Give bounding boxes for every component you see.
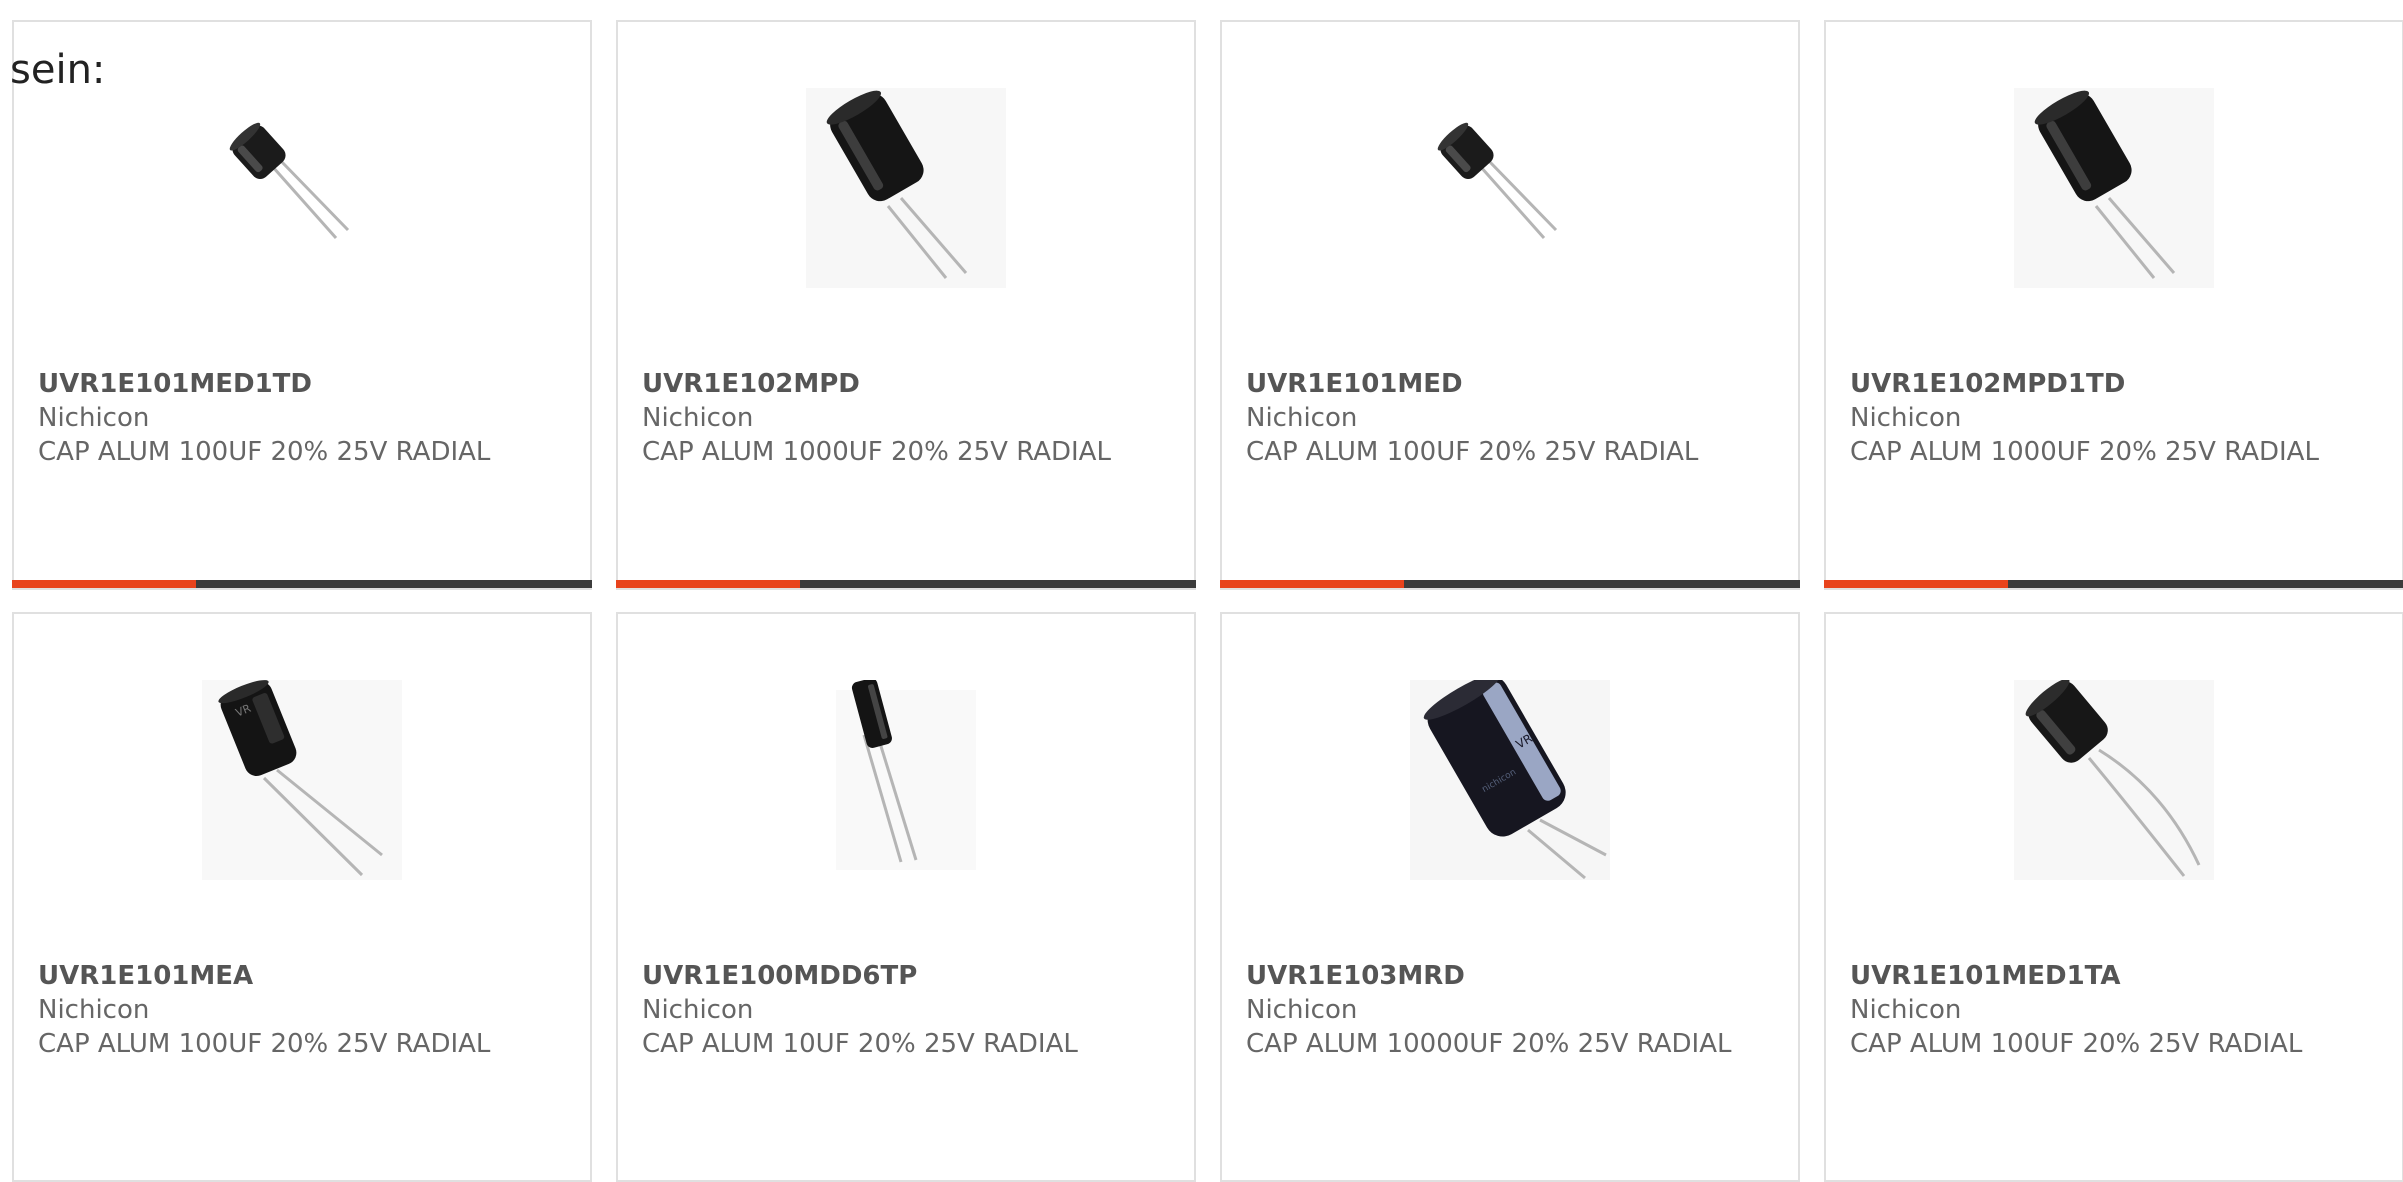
description: CAP ALUM 1000UF 20% 25V RADIAL — [1850, 437, 2319, 467]
radial-capacitor-medium-icon: VR — [202, 680, 402, 880]
manufacturer: Nichicon — [1246, 995, 1358, 1025]
part-number[interactable]: UVR1E102MPD1TD — [1850, 367, 2382, 401]
capacitor-image — [2014, 88, 2214, 288]
product-info: UVR1E101MED Nichicon CAP ALUM 100UF 20% … — [1246, 367, 1778, 469]
part-number[interactable]: UVR1E102MPD — [642, 367, 1174, 401]
manufacturer: Nichicon — [1246, 403, 1358, 433]
hover-bar — [1220, 580, 1800, 588]
part-number[interactable]: UVR1E103MRD — [1246, 959, 1778, 993]
radial-capacitor-xl-icon: VR nichicon — [1410, 680, 1610, 880]
description: CAP ALUM 100UF 20% 25V RADIAL — [38, 1029, 491, 1059]
product-card[interactable]: UVR1E101MED1TD Nichicon CAP ALUM 100UF 2… — [12, 20, 592, 590]
product-card[interactable]: VR nichicon UVR1E103MRD Nichicon CAP ALU… — [1220, 612, 1800, 1182]
description: CAP ALUM 100UF 20% 25V RADIAL — [1246, 437, 1699, 467]
manufacturer: Nichicon — [1850, 403, 1962, 433]
radial-capacitor-slim-icon — [836, 680, 976, 870]
hover-bar-accent — [12, 580, 196, 588]
description: CAP ALUM 10UF 20% 25V RADIAL — [642, 1029, 1078, 1059]
capacitor-image — [1410, 88, 1610, 288]
product-info: UVR1E101MED1TA Nichicon CAP ALUM 100UF 2… — [1850, 959, 2382, 1061]
radial-capacitor-small-icon — [1437, 122, 1558, 239]
product-card[interactable]: UVR1E102MPD Nichicon CAP ALUM 1000UF 20%… — [616, 20, 1196, 590]
hover-bar — [1824, 580, 2403, 588]
product-info: UVR1E101MEA Nichicon CAP ALUM 100UF 20% … — [38, 959, 570, 1061]
capacitor-image: VR — [202, 680, 402, 880]
manufacturer: Nichicon — [1850, 995, 1962, 1025]
product-grid: UVR1E101MED1TD Nichicon CAP ALUM 100UF 2… — [12, 20, 2403, 1182]
product-card[interactable]: UVR1E100MDD6TP Nichicon CAP ALUM 10UF 20… — [616, 612, 1196, 1182]
intro-text: sein: — [10, 47, 106, 93]
product-info: UVR1E102MPD Nichicon CAP ALUM 1000UF 20%… — [642, 367, 1174, 469]
radial-capacitor-bent-icon — [2014, 680, 2214, 880]
manufacturer: Nichicon — [642, 995, 754, 1025]
part-number[interactable]: UVR1E101MEA — [38, 959, 570, 993]
radial-capacitor-large-icon — [2014, 88, 2214, 288]
part-number[interactable]: UVR1E101MED1TA — [1850, 959, 2382, 993]
radial-capacitor-small-icon — [229, 122, 350, 239]
product-card[interactable]: UVR1E101MED1TA Nichicon CAP ALUM 100UF 2… — [1824, 612, 2403, 1182]
part-number[interactable]: UVR1E100MDD6TP — [642, 959, 1174, 993]
capacitor-image — [202, 88, 402, 288]
part-number[interactable]: UVR1E101MED — [1246, 367, 1778, 401]
hover-bar-accent — [616, 580, 800, 588]
manufacturer: Nichicon — [38, 403, 150, 433]
description: CAP ALUM 1000UF 20% 25V RADIAL — [642, 437, 1111, 467]
description: CAP ALUM 10000UF 20% 25V RADIAL — [1246, 1029, 1732, 1059]
description: CAP ALUM 100UF 20% 25V RADIAL — [38, 437, 491, 467]
capacitor-image — [2014, 680, 2214, 880]
manufacturer: Nichicon — [38, 995, 150, 1025]
hover-bar-accent — [1220, 580, 1404, 588]
description: CAP ALUM 100UF 20% 25V RADIAL — [1850, 1029, 2303, 1059]
hover-bar-accent — [1824, 580, 2008, 588]
radial-capacitor-large-icon — [806, 88, 1006, 288]
product-card[interactable]: VR UVR1E101MEA Nichicon CAP ALUM 100UF 2… — [12, 612, 592, 1182]
capacitor-image: VR nichicon — [1410, 680, 1610, 880]
capacitor-image — [806, 88, 1006, 288]
hover-bar — [616, 580, 1196, 588]
product-card[interactable]: UVR1E101MED Nichicon CAP ALUM 100UF 20% … — [1220, 20, 1800, 590]
manufacturer: Nichicon — [642, 403, 754, 433]
product-info: UVR1E100MDD6TP Nichicon CAP ALUM 10UF 20… — [642, 959, 1174, 1061]
hover-bar — [12, 580, 592, 588]
product-card[interactable]: UVR1E102MPD1TD Nichicon CAP ALUM 1000UF … — [1824, 20, 2403, 590]
product-info: UVR1E103MRD Nichicon CAP ALUM 10000UF 20… — [1246, 959, 1778, 1061]
part-number[interactable]: UVR1E101MED1TD — [38, 367, 570, 401]
capacitor-image — [806, 680, 1006, 880]
product-info: UVR1E102MPD1TD Nichicon CAP ALUM 1000UF … — [1850, 367, 2382, 469]
product-info: UVR1E101MED1TD Nichicon CAP ALUM 100UF 2… — [38, 367, 570, 469]
